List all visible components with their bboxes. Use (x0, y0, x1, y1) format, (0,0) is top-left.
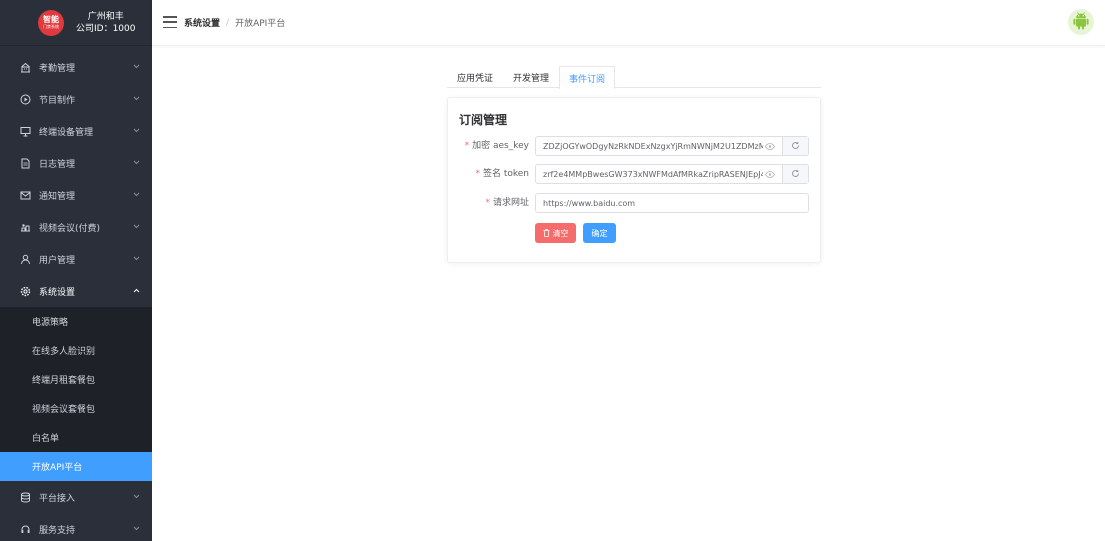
user-icon (19, 253, 31, 265)
topbar: 系统设置 / 开放API平台 (152, 0, 1105, 46)
play-circle-icon (19, 93, 31, 105)
company-name: 广州和丰 (87, 11, 124, 22)
url-row: * 请求网址 https://www.baidu.com (448, 193, 822, 213)
sidebar-item-logs[interactable]: 日志管理 (0, 147, 152, 179)
brand-header: 智能 门禁系统 广州和丰 公司ID：1000 (0, 0, 152, 46)
sidebar-item-service-support[interactable]: 服务支持 (0, 513, 152, 541)
api-tabs: 应用凭证 开发管理 事件订阅 (447, 66, 821, 89)
sidebar-subitem-meeting-plan[interactable]: 视频会议套餐包 (0, 394, 152, 423)
sidebar-item-users[interactable]: 用户管理 (0, 243, 152, 275)
mail-icon (19, 189, 31, 201)
sidebar-item-label: 终端设备管理 (39, 127, 94, 138)
token-row: * 签名 token zrf2e4MMpBwesGW373xNWFMdAfMRka… (448, 164, 822, 184)
chevron-down-icon (132, 254, 140, 262)
sidebar-subitem-terminal-plan[interactable]: 终端月租套餐包 (0, 365, 152, 394)
breadcrumb-parent[interactable]: 系统设置 (184, 16, 220, 29)
chevron-down-icon (132, 524, 140, 532)
aes-key-field[interactable]: ZDZjOGYwODgyNzRkNDExNzgxYjRmNWNjM2U1ZDMz… (535, 136, 809, 156)
sidebar-item-label: 通知管理 (39, 191, 76, 202)
tab-app-credentials[interactable]: 应用凭证 (447, 66, 503, 88)
token-field[interactable]: zrf2e4MMpBwesGW373xNWFMdAfMRkaZripRASENJ… (535, 164, 809, 184)
sidebar-item-devices[interactable]: 终端设备管理 (0, 115, 152, 147)
refresh-icon (791, 167, 800, 181)
system-settings-submenu: 电源策略 在线多人脸识别 终端月租套餐包 视频会议套餐包 白名单 开放API平台 (0, 307, 152, 481)
sidebar-subitem-power-policy[interactable]: 电源策略 (0, 307, 152, 336)
sidebar-item-label: 视频会议(付费) (39, 223, 101, 234)
chevron-down-icon (132, 94, 140, 102)
refresh-button[interactable] (782, 137, 808, 155)
sidebar-item-platform-access[interactable]: 平台接入 (0, 481, 152, 513)
breadcrumb: 系统设置 / 开放API平台 (184, 16, 286, 30)
token-label: * 签名 token (475, 169, 529, 179)
request-url-input[interactable]: https://www.baidu.com (535, 193, 809, 213)
sidebar-item-label: 服务支持 (39, 525, 76, 536)
menu-toggle-icon[interactable] (163, 16, 177, 28)
clear-button[interactable]: 清空 (535, 223, 576, 243)
aes-key-row: * 加密 aes_key ZDZjOGYwODgyNzRkNDExNzgxYjRm… (448, 136, 822, 156)
chevron-down-icon (132, 158, 140, 166)
avatar[interactable] (1068, 9, 1094, 35)
building-icon (19, 61, 31, 73)
chevron-down-icon (132, 62, 140, 70)
android-icon (1071, 10, 1091, 35)
token-value: zrf2e4MMpBwesGW373xNWFMdAfMRkaZripRASENJ… (543, 169, 763, 179)
sidebar-subitem-face-recognition[interactable]: 在线多人脸识别 (0, 336, 152, 365)
sidebar-item-label: 平台接入 (39, 493, 76, 504)
subscription-card: 订阅管理 * 加密 aes_key ZDZjOGYwODgyNzRkNDExNzg… (447, 97, 821, 263)
headset-icon (19, 523, 31, 535)
chevron-down-icon (132, 190, 140, 198)
actions-row: 清空 确定 (448, 223, 822, 243)
tab-event-subscription[interactable]: 事件订阅 (559, 66, 616, 89)
gear-icon (19, 285, 31, 297)
chevron-down-icon (132, 126, 140, 134)
company-info: 广州和丰 公司ID：1000 (76, 11, 136, 35)
chevron-down-icon (132, 222, 140, 230)
sidebar-item-notices[interactable]: 通知管理 (0, 179, 152, 211)
card-title: 订阅管理 (459, 113, 508, 127)
sidebar-subitem-open-api[interactable]: 开放API平台 (0, 452, 152, 481)
company-id: 公司ID：1000 (76, 23, 136, 34)
clear-button-label: 清空 (552, 228, 569, 238)
company-logo: 智能 门禁系统 (38, 9, 64, 36)
sidebar-item-system-settings[interactable]: 系统设置 (0, 275, 152, 307)
sidebar-item-label: 系统设置 (39, 287, 76, 298)
aes-key-label: * 加密 aes_key (464, 141, 529, 151)
sidebar-subitem-whitelist[interactable]: 白名单 (0, 423, 152, 452)
breadcrumb-current: 开放API平台 (235, 19, 286, 29)
request-url-value: https://www.baidu.com (543, 198, 636, 208)
monitor-icon (19, 125, 31, 137)
trash-icon (543, 229, 550, 237)
sidebar-item-video-meeting[interactable]: 视频会议(付费) (0, 211, 152, 243)
sidebar-item-attendance[interactable]: 考勤管理 (0, 51, 152, 83)
database-icon (19, 491, 31, 503)
sidebar-item-label: 考勤管理 (39, 63, 76, 74)
aes-key-value: ZDZjOGYwODgyNzRkNDExNzgxYjRmNWNjM2U1ZDMz… (543, 141, 763, 151)
sidebar-menu: 考勤管理 节目制作 终端设备管理 日志管理 通知管理 视频会议(付费) 用户管理… (0, 51, 152, 541)
eye-icon[interactable] (763, 165, 777, 183)
logo-text: 智能 (43, 15, 59, 24)
url-label: * 请求网址 (485, 198, 529, 208)
document-icon (19, 157, 31, 169)
sidebar-item-label: 用户管理 (39, 255, 76, 266)
chevron-down-icon (132, 492, 140, 500)
eye-icon[interactable] (763, 137, 777, 155)
confirm-button[interactable]: 确定 (583, 223, 616, 243)
chevron-up-icon (132, 286, 140, 294)
meeting-icon (19, 221, 31, 233)
refresh-button[interactable] (782, 165, 808, 183)
logo-subtext: 门禁系统 (43, 24, 59, 29)
sidebar-item-label: 节目制作 (39, 95, 76, 106)
sidebar: 智能 门禁系统 广州和丰 公司ID：1000 考勤管理 节目制作 终端设备管理 … (0, 0, 152, 541)
sidebar-item-label: 日志管理 (39, 159, 76, 170)
confirm-button-label: 确定 (591, 228, 608, 238)
refresh-icon (791, 139, 800, 153)
tab-dev-management[interactable]: 开发管理 (503, 66, 559, 88)
sidebar-item-program[interactable]: 节目制作 (0, 83, 152, 115)
breadcrumb-separator: / (226, 17, 230, 28)
